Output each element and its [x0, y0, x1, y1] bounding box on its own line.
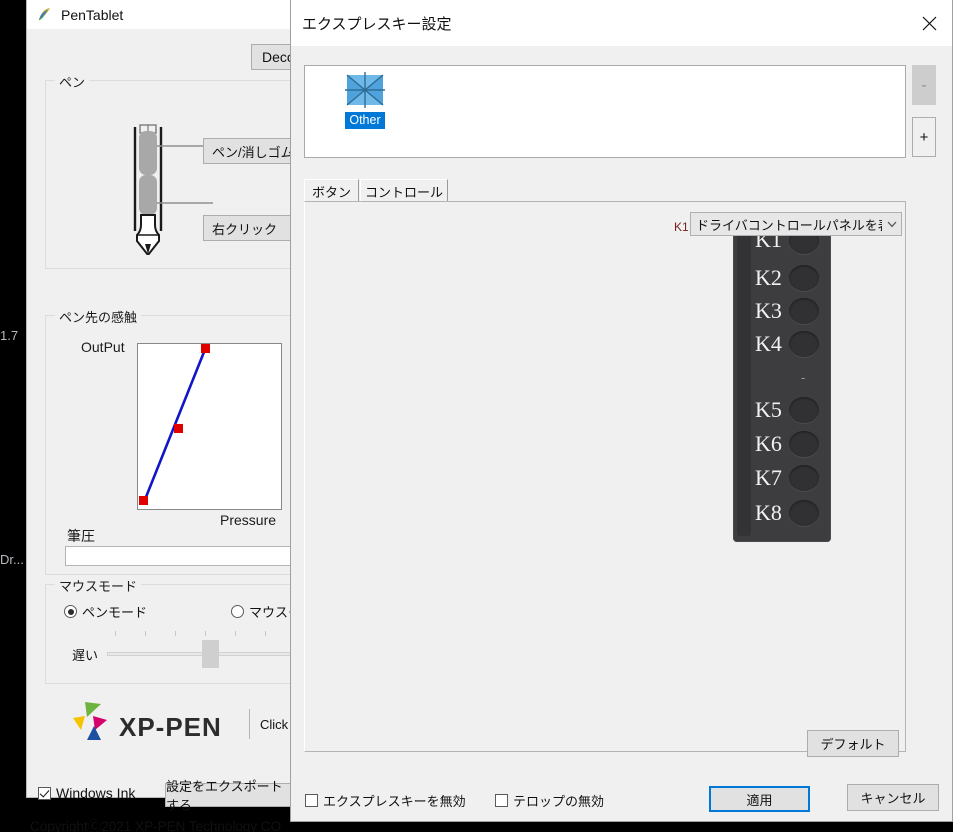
slider-label-slow: 遅い — [72, 648, 99, 663]
tablet-key-label-k5: K5 — [755, 397, 782, 422]
tablet-key-k5[interactable] — [789, 397, 819, 423]
screen: 1.7 Dr... Re PenTablet Deco ペン — [0, 0, 953, 832]
tablet-key-label-k4: K4 — [755, 331, 782, 356]
disable-telop-label: テロップの無効 — [513, 794, 605, 809]
add-device-button[interactable]: + — [912, 117, 936, 157]
radio-pen-mode[interactable]: ペンモード — [64, 602, 147, 621]
curve-control-point-high[interactable] — [201, 344, 210, 353]
mouse-mode-group-legend: マウスモード — [55, 576, 142, 595]
pentablet-logo-icon — [35, 6, 53, 24]
windows-ink-checkbox[interactable]: Windows Ink — [38, 785, 135, 801]
windows-ink-checkbox-indicator — [38, 786, 51, 800]
pen-pressure-group-legend: ペン先の感触 — [55, 307, 142, 326]
radio-pen-mode-label: ペンモード — [82, 605, 148, 620]
tablet-key-label-k7: K7 — [755, 465, 782, 490]
disable-express-keys-checkbox[interactable]: エクスプレスキーを無効 — [305, 791, 466, 810]
tab-buttons[interactable]: ボタン — [304, 179, 359, 203]
dialog-titlebar: エクスプレスキー設定 — [291, 0, 952, 46]
export-settings-button[interactable]: 設定をエクスポートする — [165, 779, 295, 813]
curve-control-point-mid[interactable] — [174, 424, 183, 433]
xp-pen-logo-icon — [71, 700, 111, 740]
express-key-settings-dialog[interactable]: エクスプレスキー設定 Other - + ボタン コントロール K1 K2 K3… — [290, 0, 953, 822]
tablet-key-label-k2: K2 — [755, 265, 782, 290]
cancel-button[interactable]: キャンセル — [847, 784, 939, 811]
desktop-text-left-2: Dr... — [0, 552, 24, 567]
tablet-key-label-k6: K6 — [755, 431, 782, 456]
pentablet-window-title: PenTablet — [61, 6, 124, 23]
device-item-other-label: Other — [345, 112, 385, 129]
tablet-key-k7[interactable] — [789, 465, 819, 491]
pressure-curve-graph[interactable] — [137, 343, 282, 510]
tablet-key-k6[interactable] — [789, 431, 819, 457]
desktop-text-left-1: 1.7 — [0, 328, 19, 343]
device-list-panel[interactable]: Other — [304, 65, 906, 158]
curve-control-point-low[interactable] — [139, 496, 148, 505]
tablet-illustration: K1 K2 K3 K4 - K5 K6 K7 K8 — [733, 219, 831, 542]
keybinding-select-k1[interactable]: ドライバコントロールパネルを表示する — [690, 212, 902, 236]
tablet-key-label-k3: K3 — [755, 298, 782, 323]
device-item-other[interactable]: Other — [333, 71, 397, 129]
radio-pen-mode-indicator — [64, 605, 77, 618]
pen-illustration — [119, 113, 215, 257]
tablet-key-k3[interactable] — [789, 298, 819, 324]
apply-button[interactable]: 適用 — [709, 786, 810, 812]
tablet-key-k2[interactable] — [789, 265, 819, 291]
disable-telop-checkbox-indicator — [495, 794, 508, 807]
dialog-tabstrip: ボタン コントロール — [304, 179, 906, 203]
copyright-text: CopyrightⒸ2021 XP-PEN Technology CO — [30, 819, 282, 832]
keybinding-value-k1: ドライバコントロールパネルを表示する — [696, 217, 882, 233]
remove-device-button[interactable]: - — [912, 65, 936, 105]
output-axis-label: OutPut — [81, 339, 125, 355]
close-icon[interactable] — [906, 0, 952, 46]
tab-controls[interactable]: コントロール — [360, 179, 448, 202]
brand-divider — [249, 709, 250, 739]
tablet-key-k4[interactable] — [789, 331, 819, 357]
xp-pen-wordmark: XP-PEN — [119, 712, 222, 742]
radio-mouse-mode-indicator — [231, 605, 244, 618]
dialog-title: エクスプレスキー設定 — [302, 15, 452, 33]
tablet-key-k8[interactable] — [789, 500, 819, 526]
disable-express-keys-label: エクスプレスキーを無効 — [323, 794, 466, 809]
speed-slider-thumb[interactable] — [202, 640, 219, 668]
pressure-axis-label: Pressure — [220, 512, 277, 528]
tablet-divider-mark: - — [801, 370, 806, 385]
default-button[interactable]: デフォルト — [807, 730, 899, 757]
disable-express-keys-checkbox-indicator — [305, 794, 318, 807]
disable-telop-checkbox[interactable]: テロップの無効 — [495, 791, 604, 810]
pen-group-legend: ペン — [55, 72, 90, 91]
pressure-bar-label: 筆圧 — [67, 528, 95, 544]
windows-ink-label: Windows Ink — [56, 785, 136, 801]
chevron-down-icon — [882, 213, 901, 235]
other-device-starburst-icon — [333, 71, 397, 111]
keybinding-label-k1: K1 — [674, 220, 689, 234]
tablet-key-label-k8: K8 — [755, 500, 782, 525]
